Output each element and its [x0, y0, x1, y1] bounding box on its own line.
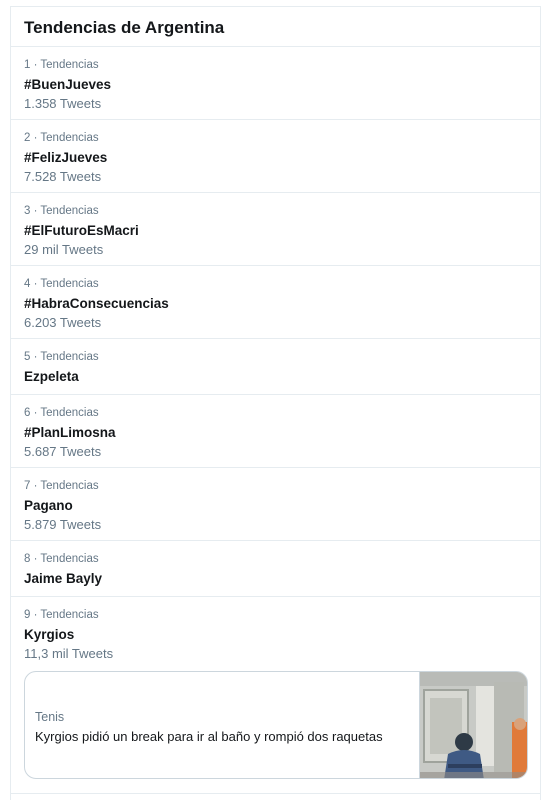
trend-count: 11,3 mil Tweets	[24, 646, 114, 661]
trend-meta: 3 · Tendencias	[24, 205, 99, 217]
trend-item[interactable]: 5 · Tendencias Ezpeleta	[11, 339, 540, 395]
trend-item[interactable]: 7 · Tendencias Pagano 5.879 Tweets	[11, 468, 540, 541]
trend-count: 5.879 Tweets	[24, 517, 102, 532]
trend-name: Pagano	[24, 498, 73, 513]
trend-count: 1.358 Tweets	[24, 96, 102, 111]
trend-meta: 5 · Tendencias	[24, 351, 99, 363]
trend-count: 29 mil Tweets	[24, 242, 104, 257]
trend-meta: 1 · Tendencias	[24, 59, 99, 71]
trend-item[interactable]: 6 · Tendencias #PlanLimosna 5.687 Tweets	[11, 395, 540, 468]
trend-name: #ElFuturoEsMacri	[24, 223, 139, 238]
trend-meta: 4 · Tendencias	[24, 278, 99, 290]
news-thumbnail	[419, 672, 527, 778]
news-title: Kyrgios pidió un break para ir al baño y…	[35, 729, 383, 744]
trend-name: #FelizJueves	[24, 150, 108, 165]
trend-count: 5.687 Tweets	[24, 444, 102, 459]
trend-meta: 7 · Tendencias	[24, 480, 99, 492]
news-card[interactable]: Tenis Kyrgios pidió un break para ir al …	[24, 671, 528, 779]
trend-count: 7.528 Tweets	[24, 169, 102, 184]
news-category: Tenis	[35, 710, 65, 724]
trend-item[interactable]: 4 · Tendencias #HabraConsecuencias 6.203…	[11, 266, 540, 339]
trend-meta: 9 · Tendencias	[24, 609, 99, 621]
news-card-text: Tenis Kyrgios pidió un break para ir al …	[25, 672, 419, 778]
trend-name: #BuenJueves	[24, 77, 112, 92]
trend-name: Ezpeleta	[24, 369, 79, 384]
trend-meta: 8 · Tendencias	[24, 553, 99, 565]
trend-item[interactable]: 3 · Tendencias #ElFuturoEsMacri 29 mil T…	[11, 193, 540, 266]
trend-name: Kyrgios	[24, 627, 75, 642]
tennis-player-photo-icon	[420, 672, 527, 778]
trend-name: #HabraConsecuencias	[24, 296, 169, 311]
trend-count: 6.203 Tweets	[24, 315, 102, 330]
panel-title: Tendencias de Argentina	[11, 7, 540, 47]
trend-name: #PlanLimosna	[24, 425, 116, 440]
trends-panel: Tendencias de Argentina 1 · Tendencias #…	[10, 6, 541, 800]
trend-meta: 6 · Tendencias	[24, 407, 99, 419]
trend-item[interactable]: 2 · Tendencias #FelizJueves 7.528 Tweets	[11, 120, 540, 193]
trend-meta: 2 · Tendencias	[24, 132, 99, 144]
trend-item[interactable]: 8 · Tendencias Jaime Bayly	[11, 541, 540, 597]
trend-item[interactable]: 9 · Tendencias Kyrgios 11,3 mil Tweets T…	[11, 597, 540, 794]
trend-name: Jaime Bayly	[24, 571, 103, 586]
trend-item[interactable]: 1 · Tendencias #BuenJueves 1.358 Tweets	[11, 47, 540, 120]
